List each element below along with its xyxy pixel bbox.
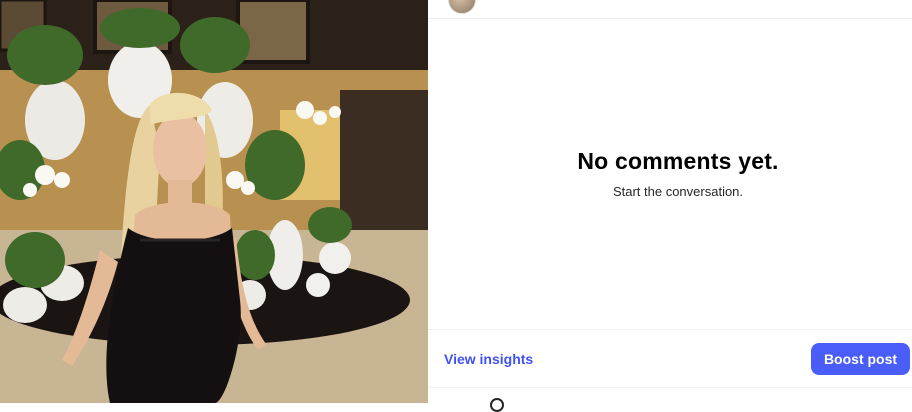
view-insights-link[interactable]: View insights [444, 351, 533, 367]
post-actions-bar: View insights Boost post [428, 329, 912, 388]
comments-panel: No comments yet. Start the conversation.… [428, 0, 912, 412]
profile-avatar[interactable] [448, 0, 476, 14]
post-photo [0, 0, 428, 403]
boost-post-button[interactable]: Boost post [811, 343, 910, 375]
post-photo-illustration [0, 0, 428, 403]
empty-comments-title: No comments yet. [577, 148, 779, 174]
empty-comments-subtitle: Start the conversation. [612, 184, 744, 199]
circle-icon[interactable] [490, 398, 504, 412]
empty-comments-state: No comments yet. Start the conversation. [428, 148, 912, 199]
post-header [428, 0, 912, 19]
